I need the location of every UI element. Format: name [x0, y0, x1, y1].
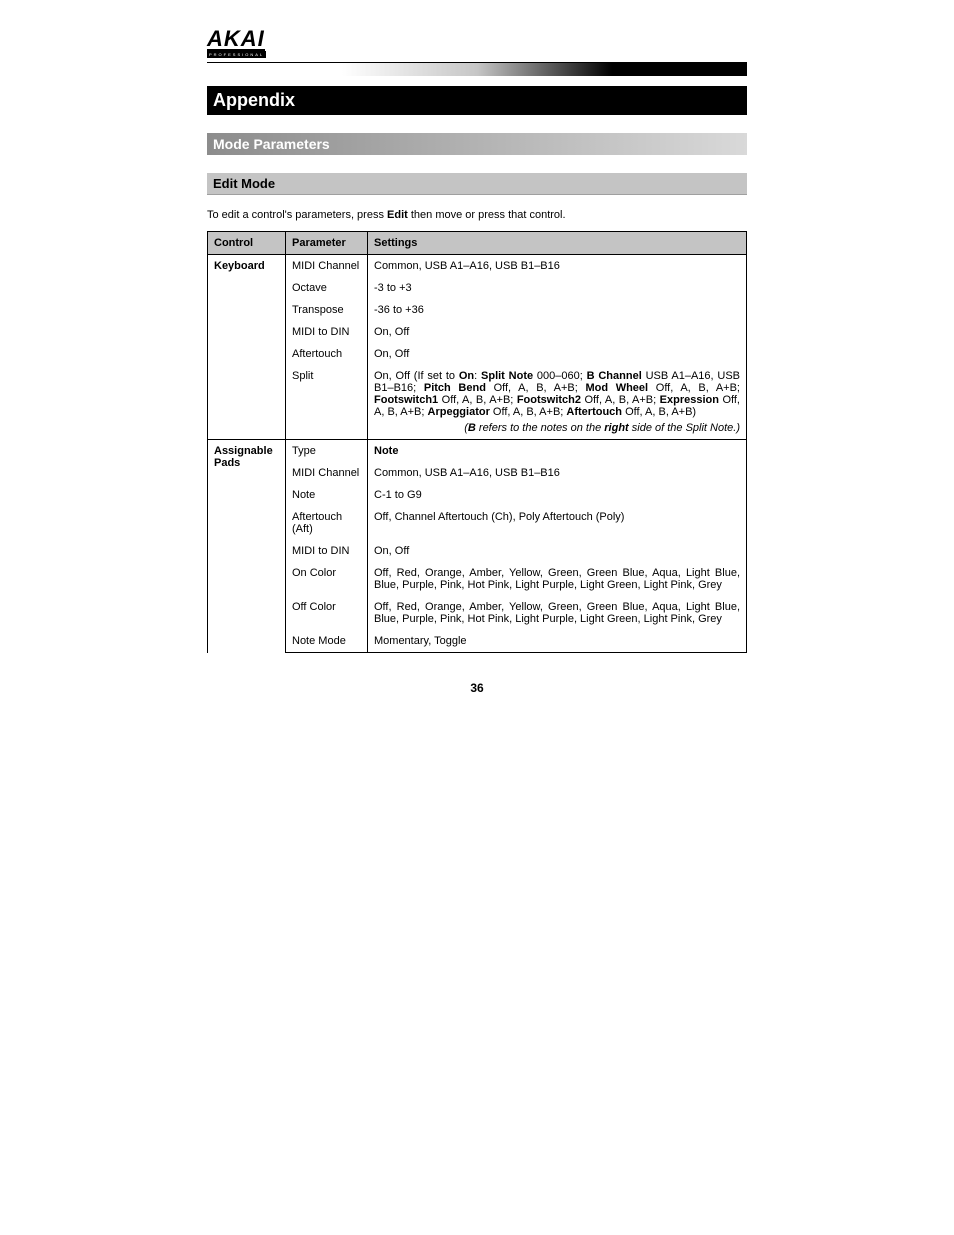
table-row: Aftertouch (Aft)Off, Channel Aftertouch … — [208, 506, 747, 540]
settings-cell: Note — [368, 440, 747, 463]
table-row: MIDI to DINOn, Off — [208, 321, 747, 343]
settings-cell: On, Off (If set to On: Split Note 000–06… — [368, 365, 747, 440]
table-row: Octave-3 to +3 — [208, 277, 747, 299]
parameter-cell: Aftertouch (Aft) — [286, 506, 368, 540]
settings-cell: Common, USB A1–A16, USB B1–B16 — [368, 462, 747, 484]
logo-main: AKAI — [207, 30, 265, 51]
heading-mode-parameters: Mode Parameters — [207, 133, 747, 155]
table-row: Off ColorOff, Red, Orange, Amber, Yellow… — [208, 596, 747, 630]
col-header-settings: Settings — [368, 232, 747, 255]
table-row: MIDI ChannelCommon, USB A1–A16, USB B1–B… — [208, 462, 747, 484]
table-row: Transpose-36 to +36 — [208, 299, 747, 321]
settings-cell: -36 to +36 — [368, 299, 747, 321]
table-row: SplitOn, Off (If set to On: Split Note 0… — [208, 365, 747, 440]
header-row: AKAI PROFESSIONAL — [207, 30, 747, 58]
parameter-cell: Transpose — [286, 299, 368, 321]
parameter-cell: MIDI to DIN — [286, 321, 368, 343]
col-header-control: Control — [208, 232, 286, 255]
table-row: KeyboardMIDI ChannelCommon, USB A1–A16, … — [208, 255, 747, 278]
logo-sub: PROFESSIONAL — [207, 51, 266, 58]
table-row: AftertouchOn, Off — [208, 343, 747, 365]
intro-pre: To edit a control's parameters, press — [207, 209, 387, 221]
parameter-cell: Type — [286, 440, 368, 463]
col-header-parameter: Parameter — [286, 232, 368, 255]
parameter-cell: MIDI to DIN — [286, 540, 368, 562]
parameter-cell: Octave — [286, 277, 368, 299]
intro-bold: Edit — [387, 209, 408, 221]
parameter-cell: Aftertouch — [286, 343, 368, 365]
header-gradient-bar — [207, 62, 747, 76]
brand-logo: AKAI PROFESSIONAL — [207, 30, 266, 58]
parameter-cell: Note — [286, 484, 368, 506]
document-page: AKAI PROFESSIONAL Appendix Mode Paramete… — [0, 0, 954, 735]
parameters-table: Control Parameter Settings KeyboardMIDI … — [207, 231, 747, 653]
heading-edit-mode: Edit Mode — [207, 173, 747, 195]
control-cell: Assignable Pads — [208, 440, 286, 653]
intro-text: To edit a control's parameters, press Ed… — [207, 209, 747, 221]
table-row: NoteC-1 to G9 — [208, 484, 747, 506]
settings-cell: Off, Red, Orange, Amber, Yellow, Green, … — [368, 596, 747, 630]
parameter-cell: MIDI Channel — [286, 255, 368, 278]
settings-cell: Common, USB A1–A16, USB B1–B16 — [368, 255, 747, 278]
table-row: Assignable PadsTypeNote — [208, 440, 747, 463]
parameter-cell: Note Mode — [286, 630, 368, 653]
settings-cell: Off, Red, Orange, Amber, Yellow, Green, … — [368, 562, 747, 596]
parameter-cell: Split — [286, 365, 368, 440]
settings-cell: C-1 to G9 — [368, 484, 747, 506]
control-cell: Keyboard — [208, 255, 286, 440]
settings-cell: On, Off — [368, 540, 747, 562]
settings-cell: On, Off — [368, 321, 747, 343]
parameter-cell: MIDI Channel — [286, 462, 368, 484]
settings-cell: Momentary, Toggle — [368, 630, 747, 653]
settings-cell: On, Off — [368, 343, 747, 365]
table-header-row: Control Parameter Settings — [208, 232, 747, 255]
intro-post: then move or press that control. — [408, 209, 566, 221]
page-number: 36 — [207, 681, 747, 695]
settings-cell: Off, Channel Aftertouch (Ch), Poly After… — [368, 506, 747, 540]
settings-cell: -3 to +3 — [368, 277, 747, 299]
table-row: MIDI to DINOn, Off — [208, 540, 747, 562]
table-row: Note ModeMomentary, Toggle — [208, 630, 747, 653]
table-row: On ColorOff, Red, Orange, Amber, Yellow,… — [208, 562, 747, 596]
parameter-cell: On Color — [286, 562, 368, 596]
split-footnote: (B refers to the notes on the right side… — [374, 418, 740, 434]
parameter-cell: Off Color — [286, 596, 368, 630]
heading-mode-parameters-text: Mode Parameters — [213, 136, 330, 152]
content-area: AKAI PROFESSIONAL Appendix Mode Paramete… — [207, 30, 747, 695]
heading-appendix: Appendix — [207, 86, 747, 115]
